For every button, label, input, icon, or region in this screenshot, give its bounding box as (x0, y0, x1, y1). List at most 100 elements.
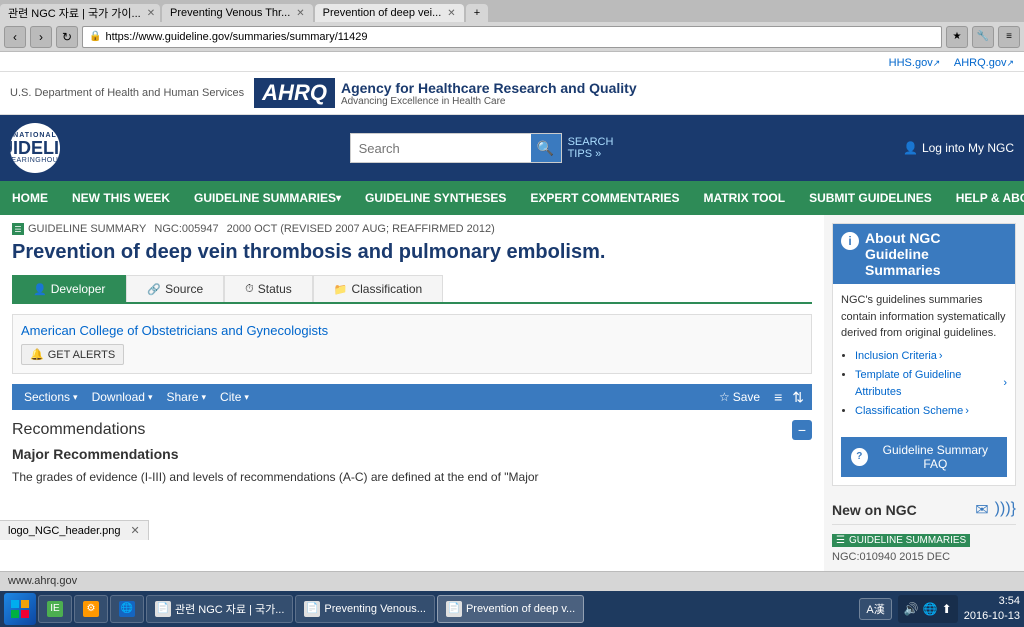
taskbar-tab-3[interactable]: 📄 Prevention of deep v... (437, 595, 584, 623)
tab-classification[interactable]: 📁 Classification (313, 275, 443, 302)
breadcrumb: ☰ GUIDELINE SUMMARY NGC:005947 2000 OCT … (12, 223, 812, 235)
new-tab-button[interactable]: + (466, 4, 488, 22)
taskbar: IE ⚙ 🌐 📄 관련 NGC 자료 | 국가... 📄 Preventing … (0, 591, 1024, 627)
taskbar-app-1[interactable]: IE (38, 595, 72, 623)
nav-guideline-syntheses[interactable]: GUIDELINE SYNTHESES (353, 181, 518, 215)
faq-button[interactable]: ? Guideline Summary FAQ (841, 437, 1007, 477)
nav-help-about[interactable]: HELP & ABOUT (944, 181, 1024, 215)
recommendations-title: Recommendations (12, 421, 145, 439)
agency-info: Agency for Healthcare Research and Quali… (341, 80, 637, 107)
address-bar[interactable]: 🔒 https://www.guideline.gov/summaries/su… (82, 26, 942, 48)
tab-close-3[interactable]: ✕ (447, 8, 455, 19)
search-tips[interactable]: SEARCH TIPS » (568, 136, 614, 160)
forward-button[interactable]: › (30, 26, 52, 48)
save-button[interactable]: ☆ Save (715, 388, 764, 406)
tab-developer[interactable]: 👤 Developer (12, 275, 126, 302)
extensions-button[interactable]: 🔧 (972, 26, 994, 48)
browser-tab-2[interactable]: Preventing Venous Thr... ✕ (162, 4, 313, 22)
ngc-logo: NATIONAL GUIDELINE CLEARINGHOUSE (10, 123, 60, 173)
email-icon[interactable]: ✉ (975, 500, 988, 520)
ahrq-link[interactable]: AHRQ.gov (954, 57, 1014, 69)
taskbar-clock: 3:54 2016-10-13 (964, 594, 1020, 623)
tab-bar: 👤 Developer 🔗 Source ⏱ Status 📁 Classifi… (12, 275, 812, 304)
sidebar: i About NGC Guideline Summaries NGC's gu… (824, 215, 1024, 571)
taskbar-tab-3-icon: 📄 (446, 601, 462, 617)
nav-home[interactable]: HOME (0, 181, 60, 215)
sidebar-links-list: Inclusion Criteria Template of Guideline… (841, 348, 1007, 420)
rss-icon[interactable]: )))} (995, 500, 1016, 520)
menu-button[interactable]: ≡ (998, 26, 1020, 48)
sidebar-card-title: About NGC Guideline Summaries (865, 230, 1007, 278)
taskbar-tab-2[interactable]: 📄 Preventing Venous... (295, 595, 435, 623)
tab-label-1: 관련 NGC 자료 | 국가 가이... (8, 5, 141, 21)
nav-matrix-tool[interactable]: MATRIX TOOL (692, 181, 798, 215)
new-ngc-id: NGC:010940 2015 DEC (832, 551, 1016, 563)
taskbar-tab-1-label: 관련 NGC 자료 | 국가... (175, 601, 284, 617)
browser-tabs: 관련 NGC 자료 | 국가 가이... ✕ Preventing Venous… (0, 0, 1024, 22)
action-bar: Sections Download Share Cite ☆ Save ≡ ⇅ (12, 384, 812, 410)
list-icon[interactable]: ≡ (774, 389, 782, 405)
ahrq-logo: AHRQ (254, 78, 335, 108)
template-link[interactable]: Template of Guideline Attributes (855, 367, 1007, 400)
browser-tab-3[interactable]: Prevention of deep vei... ✕ (315, 4, 464, 22)
new-ngc-title: New on NGC (832, 502, 917, 518)
taskbar-tab-2-label: Preventing Venous... (324, 603, 426, 615)
agency-tagline: Advancing Excellence in Health Care (341, 96, 637, 107)
download-pill: logo_NGC_header.png ✕ (0, 520, 149, 540)
tab-label-3: Prevention of deep vei... (323, 7, 442, 19)
clock-time: 3:54 (964, 594, 1020, 608)
inclusion-criteria-link[interactable]: Inclusion Criteria (855, 348, 1007, 365)
secure-icon: 🔒 (89, 31, 101, 42)
ngc-logo-icon: NATIONAL GUIDELINE CLEARINGHOUSE (10, 123, 60, 173)
collapse-button[interactable]: − (792, 420, 812, 440)
nav-expert-commentaries[interactable]: EXPERT COMMENTARIES (518, 181, 691, 215)
filter-icon[interactable]: ⇅ (792, 389, 804, 406)
source-icon: 🔗 (147, 283, 161, 296)
page-content: HHS.gov AHRQ.gov U.S. Department of Heal… (0, 52, 1024, 571)
developer-org-link[interactable]: American College of Obstetricians and Gy… (21, 323, 803, 338)
cite-button[interactable]: Cite (216, 388, 253, 406)
breadcrumb-type: GUIDELINE SUMMARY (28, 223, 146, 235)
language-button[interactable]: A漢 (859, 598, 891, 620)
hhs-link[interactable]: HHS.gov (889, 57, 941, 69)
start-button[interactable] (4, 593, 36, 625)
get-alerts-button[interactable]: 🔔 GET ALERTS (21, 344, 124, 365)
nav-guideline-summaries[interactable]: GUIDELINE SUMMARIES (182, 181, 353, 215)
search-box: 🔍 (350, 133, 562, 163)
tab-close-1[interactable]: ✕ (147, 8, 155, 19)
tab-close-2[interactable]: ✕ (296, 8, 304, 19)
search-input[interactable] (351, 134, 531, 162)
classification-link[interactable]: Classification Scheme (855, 403, 1007, 420)
back-button[interactable]: ‹ (4, 26, 26, 48)
new-on-ngc: New on NGC ✉ )))} ☰ GUIDELINE SUMMARIES … (832, 496, 1016, 563)
clock-date: 2016-10-13 (964, 609, 1020, 623)
ngc-header: NATIONAL GUIDELINE CLEARINGHOUSE 🔍 SEARC… (0, 115, 1024, 181)
new-ngc-header: New on NGC ✉ )))} (832, 496, 1016, 525)
login-button[interactable]: 👤 Log into My NGC (903, 141, 1014, 155)
major-rec-title: Major Recommendations (12, 446, 812, 462)
taskbar-right: A漢 🔊 🌐 ⬆ 3:54 2016-10-13 (859, 594, 1020, 623)
taskbar-tab-1-icon: 📄 (155, 601, 171, 617)
refresh-button[interactable]: ↻ (56, 26, 78, 48)
download-button[interactable]: Download (88, 388, 157, 406)
bookmark-button[interactable]: ★ (946, 26, 968, 48)
breadcrumb-date: 2000 OCT (REVISED 2007 AUG; REAFFIRMED 2… (227, 223, 495, 235)
agency-header: U.S. Department of Health and Human Serv… (0, 72, 1024, 115)
download-pill-close[interactable]: ✕ (131, 524, 140, 537)
ngc-clearinghouse-text: CLEARINGHOUSE (10, 157, 60, 164)
taskbar-tab-1[interactable]: 📄 관련 NGC 자료 | 국가... (146, 595, 293, 623)
taskbar-app-2[interactable]: ⚙ (74, 595, 108, 623)
tab-source[interactable]: 🔗 Source (126, 275, 224, 302)
sections-button[interactable]: Sections (20, 388, 82, 406)
status-icon: ⏱ (245, 283, 254, 296)
nav-new-this-week[interactable]: NEW THIS WEEK (60, 181, 182, 215)
developer-section: American College of Obstetricians and Gy… (12, 314, 812, 374)
share-button[interactable]: Share (162, 388, 210, 406)
ngc-summaries-card: i About NGC Guideline Summaries NGC's gu… (832, 223, 1016, 486)
tab-status[interactable]: ⏱ Status (224, 275, 313, 302)
browser-tab-1[interactable]: 관련 NGC 자료 | 국가 가이... ✕ (0, 4, 160, 22)
taskbar-app-3[interactable]: 🌐 (110, 595, 144, 623)
tray-icon-1: 🔊 (904, 602, 919, 616)
nav-submit-guidelines[interactable]: SUBMIT GUIDELINES (797, 181, 944, 215)
search-button[interactable]: 🔍 (531, 134, 561, 162)
